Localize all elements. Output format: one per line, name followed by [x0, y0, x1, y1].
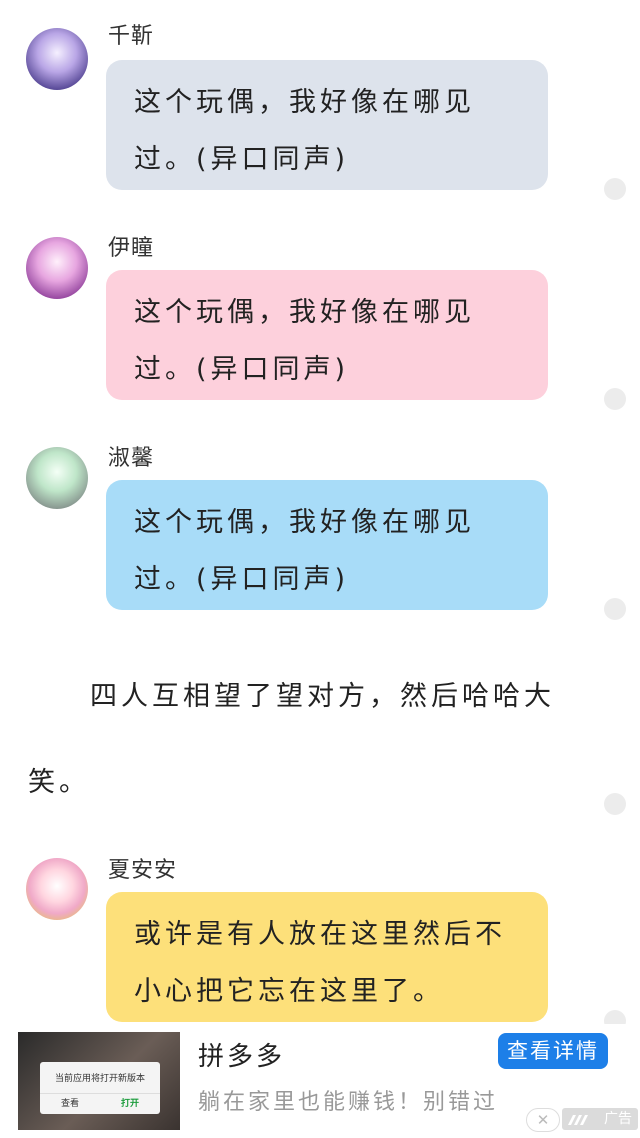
message-text-line: 这个玩偶，我好像在哪见	[134, 297, 475, 328]
view-details-button[interactable]: 查看详情	[498, 1033, 608, 1069]
avatar[interactable]	[26, 28, 88, 90]
message-bubble[interactable]: 这个玩偶，我好像在哪见 过。(异口同声)	[106, 60, 548, 190]
read-indicator	[604, 793, 626, 815]
avatar[interactable]	[26, 237, 88, 299]
narration-text: 四人互相望了望对方，然后哈哈大	[90, 681, 555, 712]
sender-name: 淑馨	[108, 446, 155, 471]
read-indicator	[604, 388, 626, 410]
sender-name: 夏安安	[108, 858, 178, 883]
sender-name: 千靳	[108, 24, 155, 49]
read-indicator	[604, 178, 626, 200]
ad-thumbnail[interactable]: 当前应用将打开新版本 查看 打开	[18, 1032, 180, 1130]
ad-thumbnail-dialog: 当前应用将打开新版本 查看 打开	[40, 1062, 160, 1114]
read-indicator	[604, 598, 626, 620]
message-bubble[interactable]: 这个玩偶，我好像在哪见 过。(异口同声)	[106, 270, 548, 400]
sender-name: 伊瞳	[108, 236, 155, 261]
message-text-line: 这个玩偶，我好像在哪见	[134, 507, 475, 538]
ad-logo-icon	[568, 1115, 588, 1125]
message-bubble[interactable]: 这个玩偶，我好像在哪见 过。(异口同声)	[106, 480, 548, 610]
close-ad-button[interactable]: ✕	[526, 1108, 560, 1132]
message-bubble[interactable]: 或许是有人放在这里然后不 小心把它忘在这里了。	[106, 892, 548, 1022]
close-icon: ✕	[536, 1111, 550, 1129]
ad-thumbnail-dialog-ok: 打开	[120, 1099, 139, 1109]
ad-banner[interactable]: 当前应用将打开新版本 查看 打开 拼多多 躺在家里也能赚钱！别错过 查看详情 ✕…	[0, 1024, 640, 1138]
message-text-line: 过。(异口同声)	[134, 354, 350, 385]
message-text-line: 过。(异口同声)	[134, 144, 350, 175]
ad-badge: 广告	[562, 1108, 638, 1130]
narration-text: 笑。	[28, 767, 90, 798]
ad-thumbnail-dialog-text: 当前应用将打开新版本	[54, 1074, 145, 1084]
avatar[interactable]	[26, 447, 88, 509]
message-text-line: 过。(异口同声)	[134, 564, 350, 595]
avatar[interactable]	[26, 858, 88, 920]
ad-badge-label: 广告	[604, 1111, 632, 1127]
message-text-line: 或许是有人放在这里然后不	[134, 919, 506, 950]
ad-thumbnail-dialog-cancel: 查看	[60, 1099, 79, 1109]
message-text-line: 小心把它忘在这里了。	[134, 976, 444, 1007]
message-text-line: 这个玩偶，我好像在哪见	[134, 87, 475, 118]
ad-title[interactable]: 拼多多	[198, 1036, 285, 1073]
ad-description[interactable]: 躺在家里也能赚钱！别错过	[198, 1084, 498, 1116]
divider	[40, 1093, 160, 1094]
